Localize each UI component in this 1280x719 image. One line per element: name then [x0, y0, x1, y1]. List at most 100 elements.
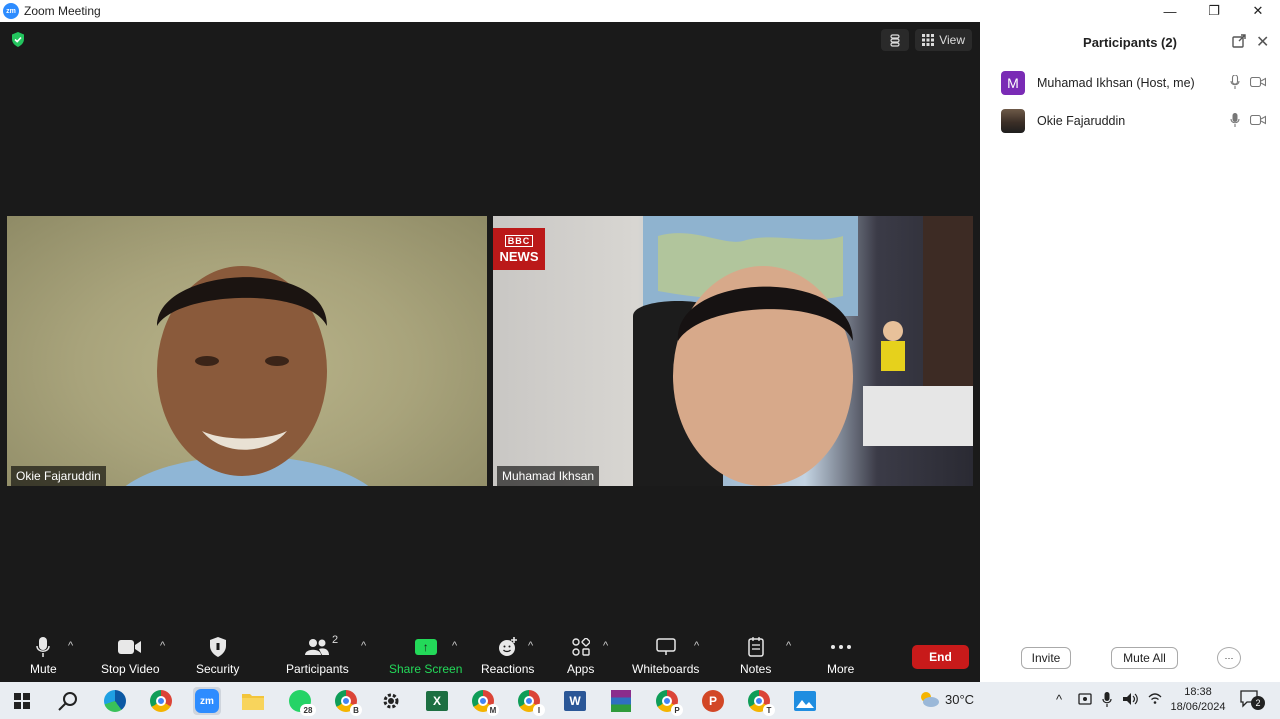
- participant-name: Muhamad Ikhsan (Host, me): [1037, 76, 1195, 90]
- chrome-icon[interactable]: [147, 687, 175, 715]
- whiteboards-button[interactable]: Whiteboards: [632, 636, 699, 676]
- ellipsis-icon: [830, 636, 852, 658]
- search-icon[interactable]: [54, 687, 82, 715]
- avatar: [1001, 109, 1025, 133]
- avatar: M: [1001, 71, 1025, 95]
- meeting-area: View Okie Fajaruddin BBC NEWS Muhamad Ik…: [0, 22, 980, 682]
- bbc-logo-bottom: NEWS: [499, 248, 539, 264]
- bbc-logo-top: BBC: [504, 234, 534, 247]
- meet-now-icon[interactable]: [1078, 692, 1094, 709]
- people-icon: [305, 636, 330, 658]
- video-tile-ikhsan[interactable]: BBC NEWS Muhamad Ikhsan: [493, 216, 973, 486]
- shield-icon: [209, 636, 227, 658]
- share-options-caret[interactable]: ^: [452, 640, 457, 652]
- reactions-options-caret[interactable]: ^: [528, 640, 533, 652]
- mute-button[interactable]: Mute: [30, 636, 57, 676]
- settings-gear-icon[interactable]: [377, 687, 405, 715]
- video-name-tag: Muhamad Ikhsan: [497, 466, 600, 486]
- mute-options-caret[interactable]: ^: [68, 640, 73, 652]
- chrome-profile-icon[interactable]: I: [515, 687, 545, 716]
- clock-time: 18:38: [1184, 686, 1212, 698]
- stop-video-button[interactable]: Stop Video: [101, 636, 160, 676]
- whatsapp-badge: 28: [300, 704, 316, 716]
- encryption-shield-icon[interactable]: [11, 32, 25, 47]
- chrome-profile-icon[interactable]: M: [469, 687, 499, 716]
- chrome-profile-icon[interactable]: P: [653, 687, 683, 716]
- participants-button[interactable]: 2 Participants: [286, 634, 349, 676]
- top-right-controls: View: [881, 29, 972, 51]
- bbc-news-logo: BBC NEWS: [493, 228, 545, 270]
- more-button[interactable]: More: [827, 636, 854, 676]
- share-arrow-icon: ↑: [414, 639, 437, 655]
- word-icon[interactable]: W: [561, 687, 589, 715]
- invite-button[interactable]: Invite: [1021, 647, 1071, 669]
- wifi-icon[interactable]: [1148, 692, 1162, 707]
- speaker-icon[interactable]: [1123, 692, 1139, 709]
- whatsapp-icon[interactable]: 28: [286, 687, 316, 716]
- video-tile-okie[interactable]: Okie Fajaruddin: [7, 216, 487, 486]
- excel-icon[interactable]: X: [423, 687, 451, 715]
- restore-button[interactable]: ❐: [1192, 0, 1236, 22]
- apps-options-caret[interactable]: ^: [603, 640, 608, 652]
- windows-start-icon[interactable]: [8, 687, 36, 715]
- participant-video-ikhsan: [633, 216, 973, 486]
- photos-icon[interactable]: [791, 687, 819, 715]
- file-explorer-icon[interactable]: [239, 687, 267, 715]
- video-camera-icon[interactable]: [1249, 114, 1267, 128]
- participants-count: 2: [332, 634, 339, 646]
- apps-button[interactable]: Apps: [567, 636, 594, 676]
- notes-icon: [747, 636, 764, 658]
- windows-taskbar: zm 28 B X M I W P P T 30°C ^ 18:38 18/06…: [0, 682, 1280, 719]
- view-button[interactable]: View: [915, 29, 972, 51]
- chrome-profile-icon[interactable]: T: [745, 687, 775, 716]
- clock-date: 18/06/2024: [1170, 701, 1226, 713]
- microphone-icon[interactable]: [1230, 112, 1240, 130]
- video-options-caret[interactable]: ^: [160, 640, 165, 652]
- whiteboard-icon: [655, 636, 676, 658]
- view-label: View: [939, 33, 965, 47]
- weather-cloud-sun-icon: [921, 692, 939, 707]
- grid-icon: [922, 34, 935, 46]
- participant-row[interactable]: Okie Fajaruddin: [980, 106, 1280, 136]
- smiley-plus-icon: [498, 636, 518, 658]
- powerpoint-icon[interactable]: P: [699, 687, 727, 715]
- popout-icon[interactable]: [1232, 34, 1246, 51]
- microphone-tray-icon[interactable]: [1102, 692, 1112, 710]
- window-controls: — ❐ ✕: [1148, 0, 1280, 22]
- window-title: Zoom Meeting: [24, 4, 101, 18]
- notification-center[interactable]: 2: [1240, 690, 1265, 711]
- chevron-up-icon[interactable]: ^: [1056, 692, 1062, 707]
- panel-more-button[interactable]: ···: [1217, 647, 1241, 669]
- close-button[interactable]: ✕: [1236, 0, 1280, 22]
- participant-name: Okie Fajaruddin: [1037, 114, 1126, 128]
- mute-all-button[interactable]: Mute All: [1111, 647, 1178, 669]
- security-button[interactable]: Security: [196, 636, 239, 676]
- zoom-logo-icon: zm: [3, 3, 19, 19]
- microphone-icon[interactable]: [1230, 73, 1240, 92]
- panel-footer: Invite Mute All ···: [980, 647, 1280, 671]
- apps-icon: [571, 636, 590, 658]
- panel-title: Participants (2): [1083, 35, 1177, 50]
- temperature: 30°C: [945, 691, 975, 707]
- video-camera-icon[interactable]: [1249, 76, 1267, 90]
- zoom-taskbar-icon[interactable]: zm: [193, 687, 221, 715]
- system-clock[interactable]: 18:38 18/06/2024: [1168, 685, 1228, 715]
- end-meeting-button[interactable]: End: [912, 645, 969, 669]
- participant-row[interactable]: M Muhamad Ikhsan (Host, me): [980, 68, 1280, 98]
- notes-button[interactable]: Notes: [740, 636, 771, 676]
- layers-icon: [890, 34, 900, 47]
- participants-options-caret[interactable]: ^: [361, 640, 366, 652]
- notes-options-caret[interactable]: ^: [786, 640, 791, 652]
- notification-count: 2: [1251, 696, 1265, 710]
- reactions-button[interactable]: Reactions: [481, 636, 534, 676]
- immersive-view-button[interactable]: [881, 29, 910, 51]
- winrar-icon[interactable]: [607, 687, 635, 715]
- weather-widget[interactable]: 30°C: [918, 690, 974, 708]
- participants-panel: Participants (2) ✕ M Muhamad Ikhsan (Hos…: [980, 22, 1280, 682]
- chrome-profile-icon[interactable]: B: [332, 687, 362, 716]
- whiteboards-options-caret[interactable]: ^: [694, 640, 699, 652]
- minimize-button[interactable]: —: [1148, 0, 1192, 22]
- video-camera-icon: [118, 636, 142, 658]
- edge-icon[interactable]: [101, 687, 129, 715]
- close-panel-icon[interactable]: ✕: [1256, 32, 1269, 52]
